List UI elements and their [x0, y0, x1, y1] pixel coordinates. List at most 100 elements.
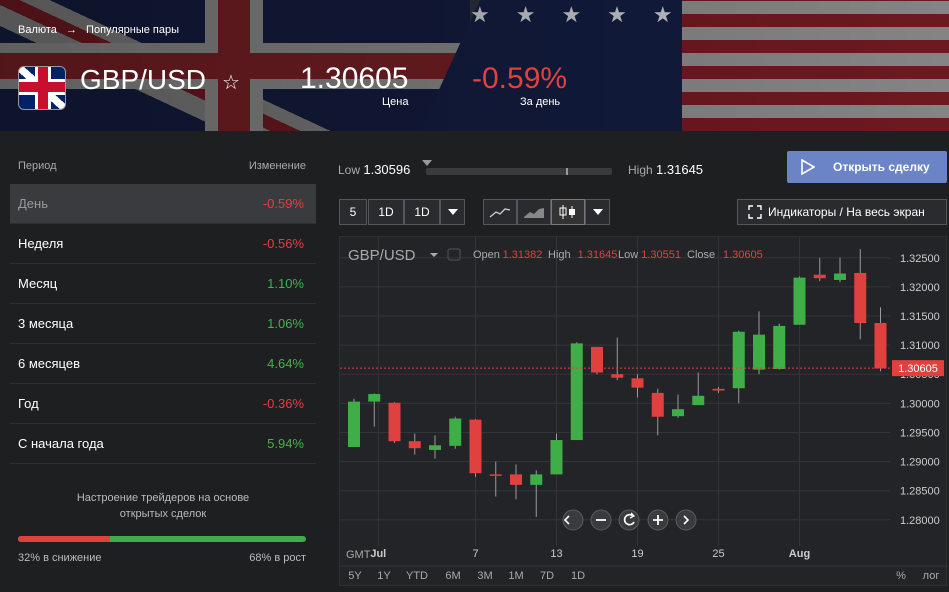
ohlc-open-label: Open [473, 249, 500, 261]
period-row[interactable]: День -0.59% [10, 184, 316, 224]
range-button-1m[interactable]: 1M [508, 570, 523, 582]
open-trade-label: Открыть сделку [833, 160, 930, 174]
breadcrumb-item[interactable]: Популярные пары [86, 24, 179, 36]
candle-body[interactable] [651, 392, 664, 417]
x-tick-label: 13 [550, 548, 562, 560]
candle-body[interactable] [591, 346, 603, 373]
period-change-value: -0.56% [262, 236, 304, 251]
scroll-right-button[interactable] [675, 509, 697, 531]
period-change-value: -0.36% [262, 396, 304, 411]
chart-type-dropdown-button[interactable] [585, 199, 610, 225]
instrument-header: ★★★★★★★★★★★★★★★★★★★★ Валюта → Популярные… [0, 0, 949, 131]
candle-body[interactable] [834, 273, 846, 280]
candle-chart-button[interactable] [551, 199, 585, 225]
range-button-1d[interactable]: 1D [571, 570, 585, 582]
candle-body[interactable] [388, 402, 401, 442]
interval-5-button[interactable]: 5 [339, 199, 367, 225]
line-chart-icon [489, 208, 511, 218]
candle-body[interactable] [449, 418, 462, 446]
price-chart[interactable]: 1.325001.320001.315001.310001.305001.300… [339, 236, 948, 587]
sentiment-up-label: 68% в рост [249, 552, 306, 564]
uk-flag-icon [18, 66, 66, 110]
range-button-6m[interactable]: 6M [445, 570, 460, 582]
open-trade-button[interactable]: Открыть сделку [787, 151, 947, 183]
range-button-5y[interactable]: 5Y [348, 570, 362, 582]
log-scale-toggle[interactable]: лог [923, 570, 940, 582]
candle-body[interactable] [611, 374, 624, 378]
period-row[interactable]: Месяц 1.10% [10, 264, 316, 304]
candle-body[interactable] [469, 419, 482, 474]
area-chart-icon [524, 208, 544, 218]
y-tick-label: 1.29000 [900, 457, 940, 469]
period-row[interactable]: Год -0.36% [10, 384, 316, 424]
line-chart-button[interactable] [483, 199, 517, 225]
pair-title: GBP/USD [80, 64, 207, 95]
period-row[interactable]: 6 месяцев 4.64% [10, 344, 316, 384]
ohlc-low-label: Low [618, 249, 638, 261]
candle-body[interactable] [570, 343, 583, 441]
ohlc-close-value: 1.30605 [723, 249, 763, 261]
reset-zoom-button[interactable] [618, 509, 640, 531]
chevron-down-icon[interactable] [430, 253, 438, 257]
candle-body[interactable] [631, 378, 644, 388]
chart-symbol[interactable]: GBP/USD [348, 247, 416, 264]
period-table: День -0.59% Неделя -0.56% Месяц 1.10% 3 месяца… [10, 184, 316, 464]
candle-body[interactable] [813, 274, 826, 279]
candle-body[interactable] [510, 474, 522, 485]
change-column-header: Изменение [248, 160, 306, 172]
period-label: 6 месяцев [18, 356, 80, 371]
candle-body[interactable] [712, 388, 725, 391]
candle-body[interactable] [348, 401, 360, 448]
breadcrumb: Валюта → Популярные пары [18, 24, 185, 36]
candle-body[interactable] [793, 277, 806, 325]
favorite-star-icon[interactable]: ☆ [222, 70, 240, 95]
range-button-7d[interactable]: 7D [540, 570, 554, 582]
period-row[interactable]: 3 месяца 1.06% [10, 304, 316, 344]
candlestick-chart[interactable]: 1.325001.320001.315001.310001.305001.300… [340, 237, 948, 587]
area-chart-button[interactable] [517, 199, 551, 225]
candle-body[interactable] [429, 445, 441, 450]
period-row[interactable]: Неделя -0.56% [10, 224, 316, 264]
percent-scale-toggle[interactable]: % [896, 570, 906, 582]
candle-body[interactable] [874, 323, 887, 369]
interval-1d-active-button[interactable]: 1D [404, 199, 440, 225]
candle-body[interactable] [368, 394, 381, 402]
candle-body[interactable] [489, 474, 502, 476]
chevron-down-icon [592, 209, 603, 215]
candle-body[interactable] [408, 441, 421, 449]
sentiment-bar [18, 536, 306, 542]
range-button-1y[interactable]: 1Y [377, 570, 391, 582]
ohlc-close-label: Close [687, 249, 715, 261]
candle-body[interactable] [753, 334, 765, 370]
candle-body[interactable] [550, 440, 563, 475]
camera-icon[interactable] [447, 248, 461, 261]
day-high-value: 1.31645 [656, 162, 704, 177]
interval-dropdown-button[interactable] [440, 199, 465, 225]
candlestick-icon [559, 205, 575, 219]
period-label: Неделя [18, 236, 64, 251]
breadcrumb-item[interactable]: Валюта [18, 24, 57, 36]
breadcrumb-arrow-icon: → [65, 24, 77, 36]
range-button-3m[interactable]: 3M [477, 570, 492, 582]
candle-body[interactable] [692, 395, 705, 406]
candle-body[interactable] [773, 325, 786, 370]
candle-body[interactable] [732, 331, 745, 389]
indicators-fullscreen-button[interactable]: Индикаторы / На весь экран [737, 199, 947, 225]
period-row[interactable]: С начала года 5.94% [10, 424, 316, 464]
period-change-value: 1.10% [267, 276, 304, 291]
sentiment-title: Настроение трейдеров на основе открытых … [76, 492, 250, 520]
candle-body[interactable] [854, 272, 867, 324]
range-button-ytd[interactable]: YTD [406, 570, 428, 582]
current-price: 1.30605 [300, 62, 409, 95]
day-range-bar [426, 168, 612, 175]
sentiment-bar-down [18, 536, 111, 542]
fullscreen-icon [748, 205, 762, 219]
day-high: High 1.31645 [628, 162, 704, 177]
x-tick-label: Aug [789, 548, 810, 560]
candle-body[interactable] [530, 474, 543, 485]
candle-body[interactable] [672, 409, 684, 417]
sentiment-down-label: 32% в снижение [18, 552, 102, 564]
timezone-label: GMT [346, 549, 371, 561]
interval-1d-button[interactable]: 1D [368, 199, 404, 225]
y-tick-label: 1.28500 [900, 486, 940, 498]
